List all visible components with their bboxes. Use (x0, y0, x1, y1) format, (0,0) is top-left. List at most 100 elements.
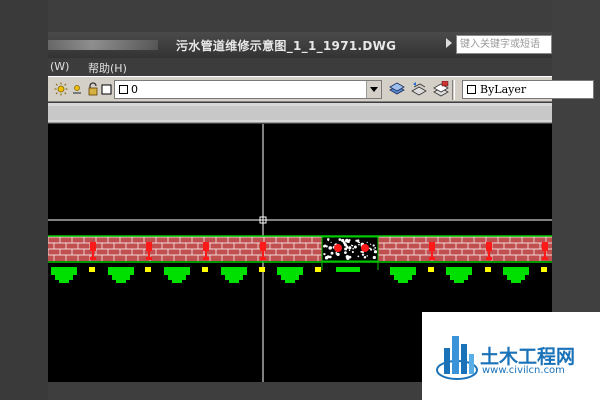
app-title-faded (48, 40, 158, 50)
rubble-speck (360, 250, 363, 253)
foundation-top (277, 267, 303, 275)
toolbar-separator (452, 80, 455, 100)
foundation-base (454, 280, 464, 283)
rubble-speck (370, 248, 373, 251)
red-marker-base (486, 257, 492, 260)
foundation-top (108, 267, 134, 275)
yellow-cap (485, 267, 491, 272)
rubble-speck (352, 247, 354, 250)
rubble-speck (328, 255, 332, 259)
rubble-speck (323, 252, 326, 256)
menu-help[interactable]: 帮助(H) (88, 60, 127, 76)
rubble-speck (348, 249, 351, 251)
rubble-speck (373, 248, 375, 250)
red-marker-stem (92, 251, 94, 258)
chevron-right-icon[interactable] (446, 38, 452, 48)
site-watermark: 土木工程网 www.civilcn.com (422, 312, 600, 400)
green-foundations (51, 263, 547, 283)
rubble-speck (372, 244, 375, 247)
sun-icon[interactable] (54, 82, 68, 96)
rubble-speck (366, 241, 368, 244)
rubble-speck (325, 245, 328, 248)
color-square (467, 85, 476, 94)
rubble-speck (330, 251, 334, 255)
red-marker (90, 242, 96, 251)
rubble-speck (348, 239, 351, 242)
rubble-speck (363, 256, 367, 259)
foundation-mid (281, 275, 299, 280)
layer-properties-icon[interactable] (388, 81, 406, 97)
window-title: 污水管道维修示意图_1_1_1971.DWG (176, 39, 397, 53)
foundation-mid (168, 275, 186, 280)
menu-window[interactable]: (W) (50, 60, 69, 73)
rubble-speck (358, 243, 360, 246)
yellow-cap (202, 267, 208, 272)
rubble-speck (358, 241, 361, 244)
foundation-base (116, 280, 126, 283)
rubble-speck (357, 255, 360, 258)
rubble-speck (335, 251, 338, 254)
brick-pipe-band (48, 236, 552, 261)
rubble-speck (369, 243, 372, 245)
civilcn-logo-icon (436, 336, 478, 380)
red-marker-stem (205, 251, 207, 258)
color-dropdown[interactable]: ByLayer (462, 80, 594, 99)
title-bar: 污水管道维修示意图_1_1_1971.DWG 键入关键字或短语 (48, 32, 552, 58)
rubble-speck (327, 256, 330, 259)
red-marker-stem (431, 251, 433, 258)
menu-bar: (W) 帮助(H) (48, 58, 552, 76)
rubble-speck (344, 247, 348, 251)
damaged-section (321, 236, 379, 262)
foundation-base (229, 280, 239, 283)
rubble-speck (336, 252, 340, 256)
layer-match-icon[interactable] (432, 81, 450, 97)
foundation-mid (394, 275, 412, 280)
red-marker-base (429, 257, 435, 260)
rubble-speck (327, 239, 330, 242)
rubble-speck (328, 247, 331, 250)
layer-dropdown[interactable]: 0 (114, 80, 382, 99)
foundation-mid (450, 275, 468, 280)
damage-pad (336, 267, 360, 272)
foundation-top (221, 267, 247, 275)
chevron-down-icon[interactable] (366, 81, 381, 98)
red-marker (146, 242, 152, 251)
rubble-speck (372, 255, 376, 260)
yellow-cap (315, 267, 321, 272)
rubble-speck (330, 241, 332, 243)
layer-previous-icon[interactable] (410, 81, 428, 97)
foundation-mid (507, 275, 525, 280)
rubble-speck (355, 239, 358, 242)
layer-toolbar: 0 ByLayer (48, 76, 594, 102)
rubble-speck (374, 251, 377, 253)
rubble-speck (361, 253, 365, 256)
red-marker-stem (148, 251, 150, 258)
rubble-speck (374, 247, 377, 249)
red-marker-stem (488, 251, 490, 258)
foundation-base (172, 280, 182, 283)
rubble-speck (350, 244, 353, 246)
foundation-mid (112, 275, 130, 280)
yellow-cap (145, 267, 151, 272)
yellow-cap (259, 267, 265, 272)
toolbar-strip-inner (48, 106, 552, 120)
rubble-speck (345, 238, 349, 243)
rubble-speck (344, 251, 347, 254)
lock-icon[interactable] (86, 82, 100, 96)
layer-value: 0 (131, 83, 138, 96)
layer-color-swatch-icon[interactable] (100, 82, 114, 96)
red-marker (429, 242, 435, 251)
foundation-mid (55, 275, 73, 280)
toolbar-strip (48, 103, 552, 123)
yellow-cap (428, 267, 434, 272)
rubble-speck (345, 245, 349, 248)
sun-small-icon[interactable] (70, 82, 84, 96)
red-marker-base (260, 257, 266, 260)
search-input[interactable]: 键入关键字或短语 (456, 35, 552, 54)
layer-color-square (119, 85, 128, 94)
rubble-speck (342, 241, 346, 245)
red-marker-base (90, 257, 96, 260)
red-marker-stem (544, 251, 546, 258)
foundation-mid (225, 275, 243, 280)
red-marker (203, 242, 209, 251)
